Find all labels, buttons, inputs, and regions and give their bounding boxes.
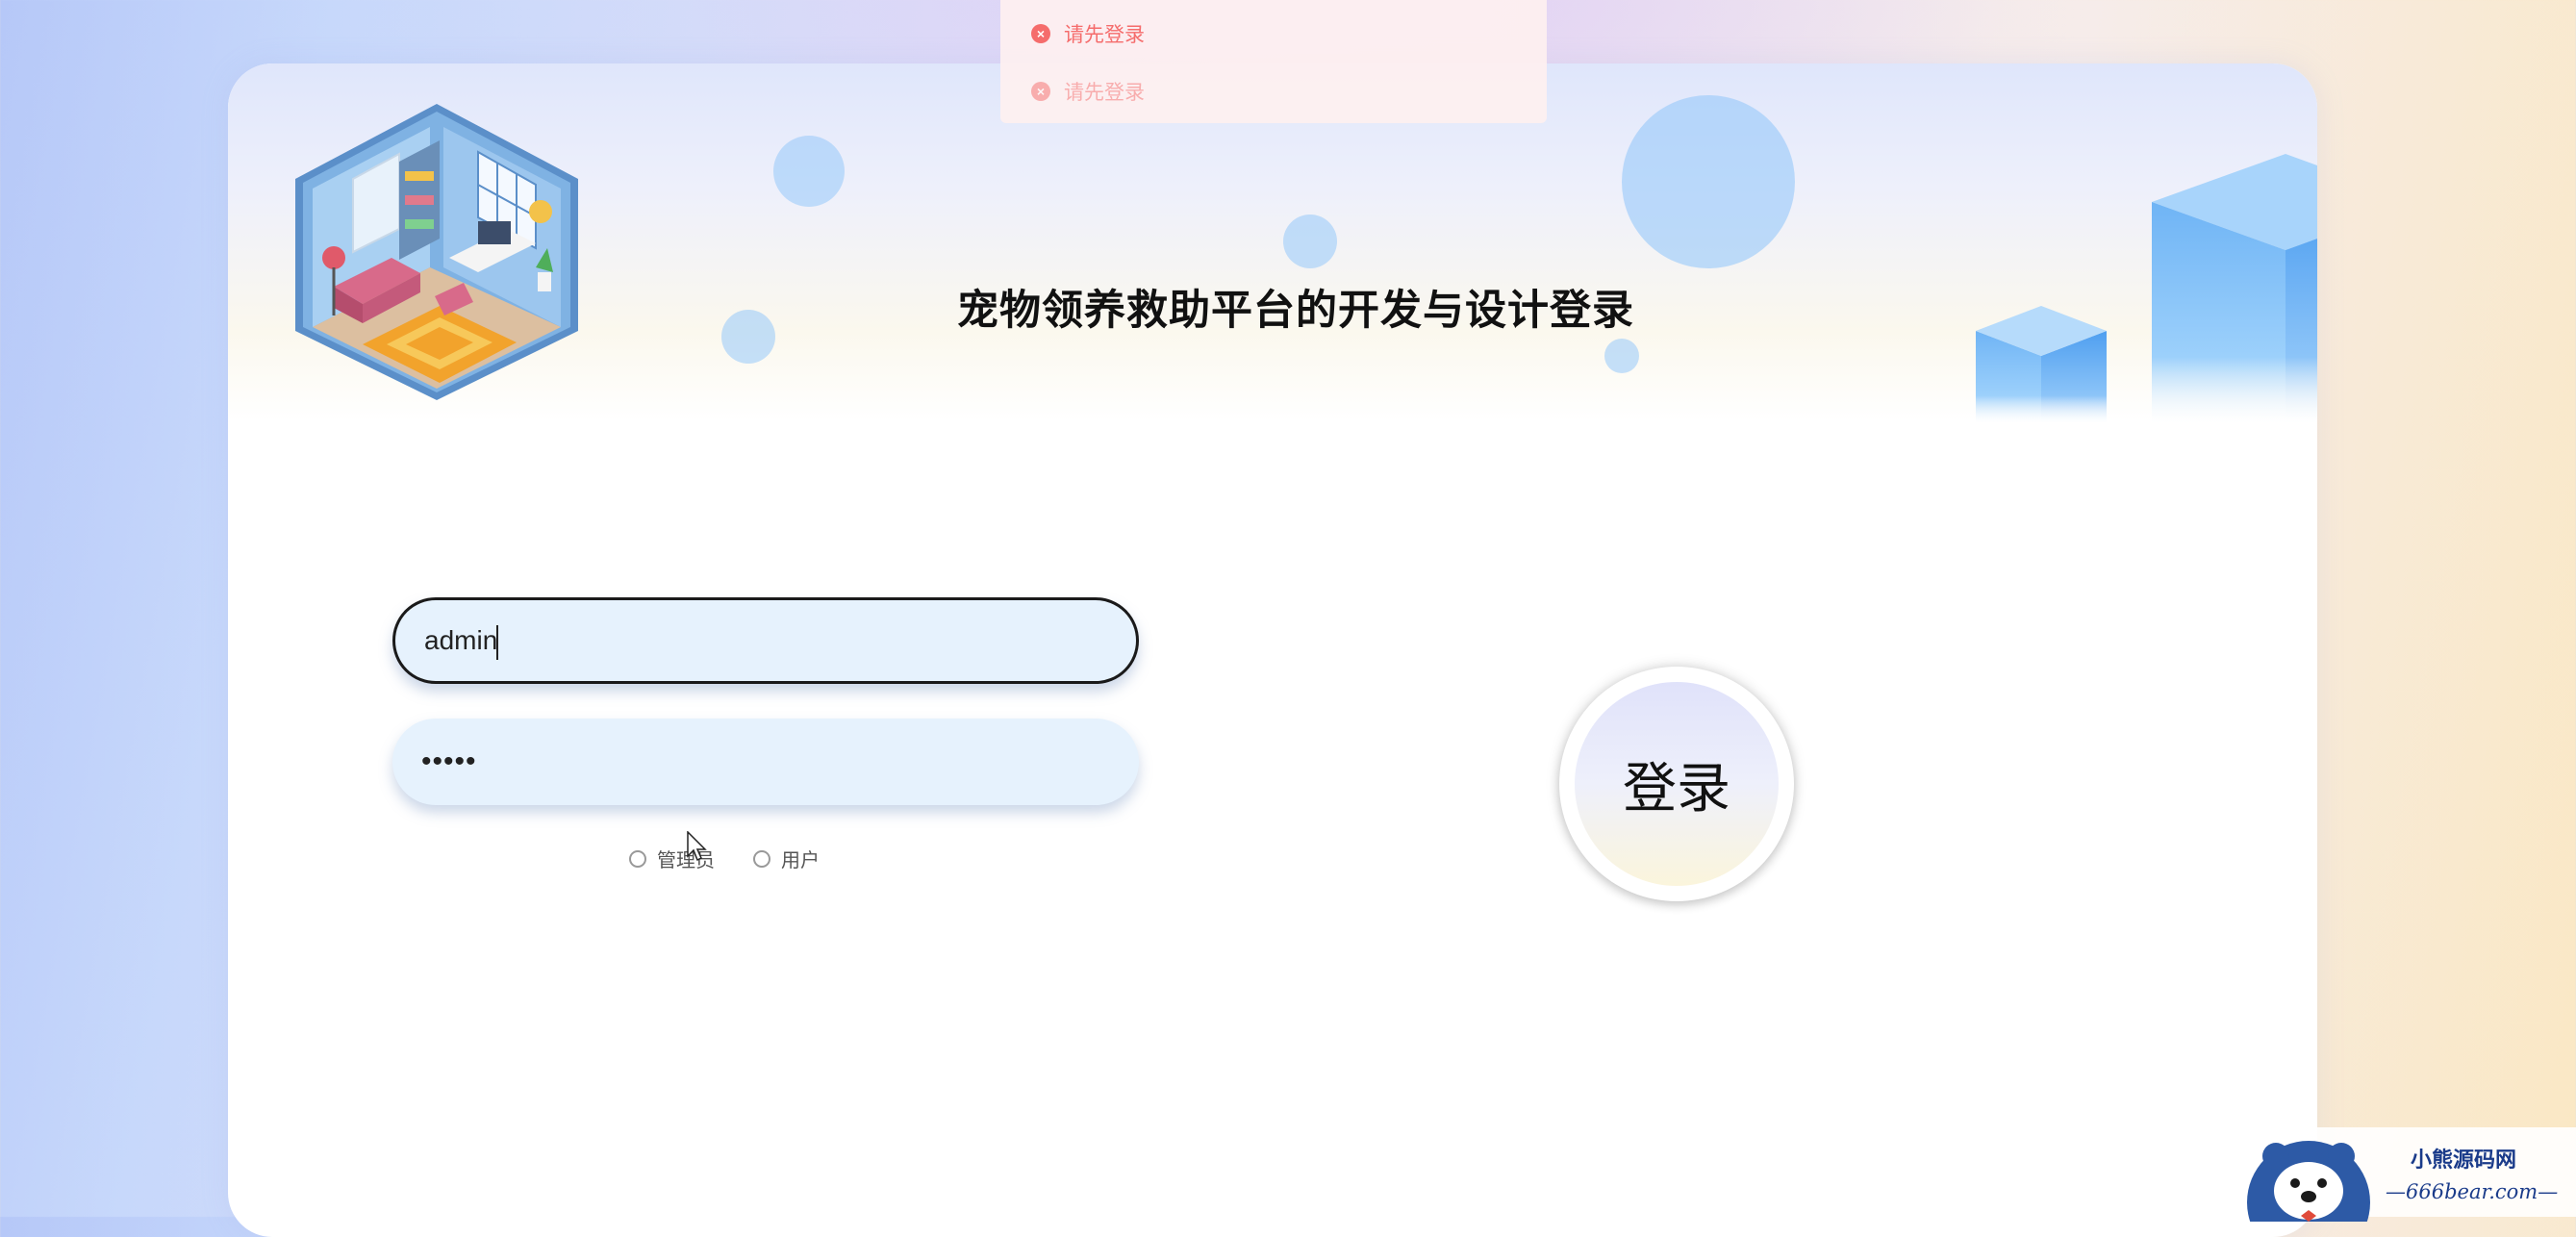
error-toast: × 请先登录	[1031, 77, 1145, 106]
username-field[interactable]	[392, 597, 1139, 684]
login-card: 宠物领养救助平台的开发与设计登录 管理员 用户 登录	[228, 63, 2317, 1237]
toast-message: 请先登录	[1064, 82, 1145, 104]
role-radio-group: 管理员 用户	[629, 845, 820, 872]
watermark-url: —666bear.com—	[2386, 1180, 2559, 1203]
close-circle-icon: ×	[1031, 24, 1050, 43]
toast-container: × 请先登录 × 请先登录	[1000, 0, 1547, 123]
bear-logo-icon	[2247, 1141, 2370, 1222]
watermark: 小熊源码网 —666bear.com—	[2241, 1127, 2576, 1222]
decor-bubble	[1622, 95, 1795, 268]
decor-bubble	[1604, 339, 1639, 373]
page-title: 宠物领养救助平台的开发与设计登录	[957, 288, 1634, 334]
role-label: 用户	[781, 850, 820, 871]
toast-message: 请先登录	[1064, 24, 1145, 46]
isometric-room-illustration	[295, 104, 578, 400]
radio-button[interactable]	[753, 849, 770, 868]
decor-bubble	[1283, 215, 1337, 268]
password-field[interactable]	[392, 719, 1139, 805]
radio-button[interactable]	[629, 849, 646, 868]
error-toast: × 请先登录	[1031, 19, 1145, 48]
role-option-user[interactable]: 用户	[753, 845, 820, 872]
password-input[interactable]	[392, 719, 1139, 805]
mouse-cursor-icon	[687, 831, 707, 862]
watermark-title: 小熊源码网	[2411, 1148, 2517, 1173]
login-button[interactable]: 登录	[1575, 682, 1779, 886]
username-input[interactable]	[395, 600, 1136, 681]
login-button-ring: 登录	[1559, 667, 1794, 901]
decor-bubble	[773, 136, 845, 207]
text-caret	[496, 625, 498, 660]
close-circle-icon: ×	[1031, 82, 1050, 101]
